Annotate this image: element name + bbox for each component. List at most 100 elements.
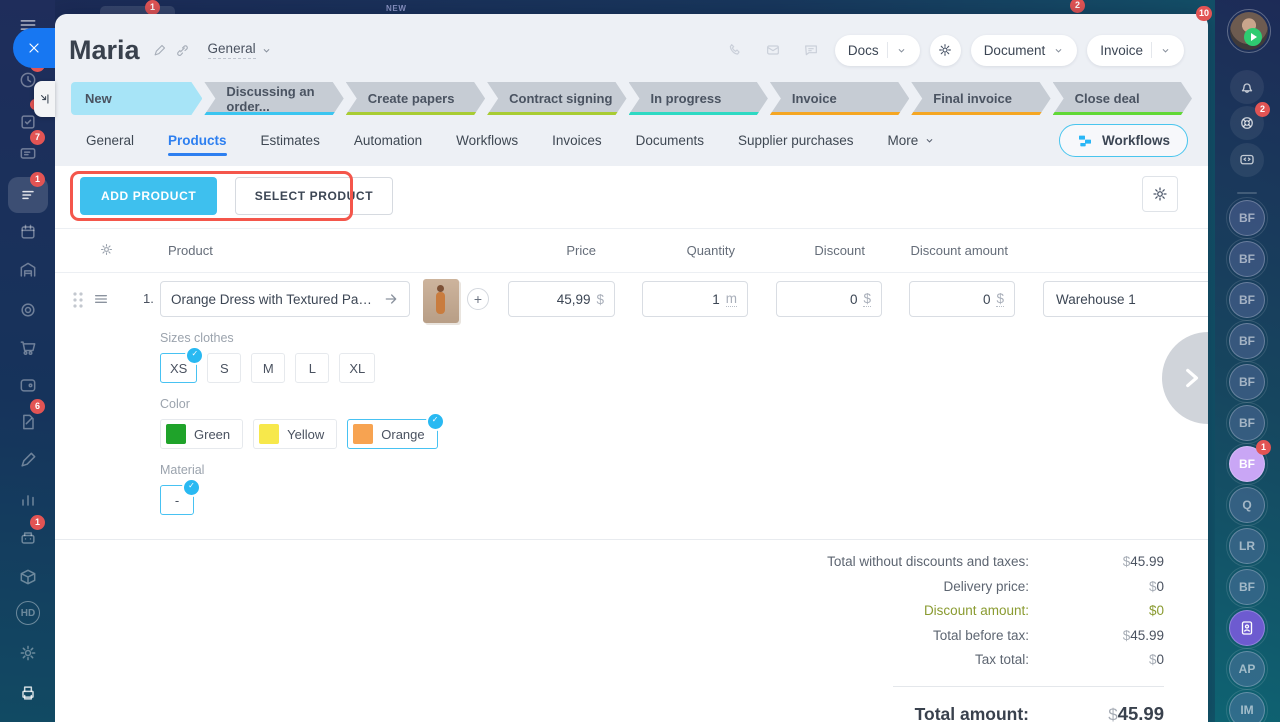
quantity-unit[interactable]: m <box>725 291 737 307</box>
pipeline-stage[interactable]: Close deal <box>1053 82 1192 115</box>
material-chip[interactable]: - <box>160 478 201 515</box>
phone-icon[interactable] <box>721 36 749 64</box>
avatar[interactable]: IM <box>1226 689 1268 722</box>
table-settings-button[interactable] <box>1142 176 1178 212</box>
tab-products[interactable]: Products <box>168 119 227 162</box>
docs-button-label: Docs <box>847 42 879 58</box>
avatar-contact[interactable] <box>1226 607 1268 649</box>
pipeline-stage[interactable]: In progress <box>629 82 768 115</box>
avatar[interactable]: BF 1 <box>1226 440 1271 485</box>
tab-estimates[interactable]: Estimates <box>261 119 320 162</box>
select-product-button[interactable]: SELECT PRODUCT <box>234 177 394 215</box>
sidebar-item-goals[interactable] <box>8 292 48 328</box>
size-chip-m[interactable]: M <box>251 353 286 383</box>
rsb-bell-button[interactable] <box>1230 70 1264 104</box>
price-unit: $ <box>596 291 604 307</box>
pipeline-stage[interactable]: New <box>71 82 202 115</box>
pipeline-stage[interactable]: Invoice <box>770 82 909 115</box>
avatar[interactable]: BF <box>1226 197 1268 239</box>
tab-supplier-purchases[interactable]: Supplier purchases <box>738 119 854 162</box>
add-photo-button[interactable]: + <box>467 288 489 310</box>
sidebar-item-calls[interactable]: 1 <box>8 515 48 556</box>
context-dropdown[interactable]: General <box>207 41 272 59</box>
pipeline-stage[interactable]: Create papers <box>346 82 485 115</box>
discount-input[interactable]: 0 $ <box>776 281 882 317</box>
tab-more[interactable]: More <box>888 119 936 162</box>
avatar[interactable]: Q <box>1226 484 1268 526</box>
sidebar-item-dock-arrow[interactable] <box>34 81 55 117</box>
size-chip-xs[interactable]: XS <box>160 346 205 383</box>
avatar[interactable]: BF <box>1226 279 1268 321</box>
sidebar-item-printer[interactable] <box>8 675 48 711</box>
edit-icon <box>21 452 36 467</box>
size-chip-s[interactable]: S <box>207 353 242 383</box>
size-chip-l[interactable]: L <box>295 353 330 383</box>
gear-icon[interactable] <box>99 242 114 260</box>
total-amount-row: Total amount: $45.99 <box>55 703 1164 722</box>
discount-amount-input[interactable]: 0 $ <box>909 281 1015 317</box>
chat-icon[interactable] <box>797 36 825 64</box>
tab-workflows[interactable]: Workflows <box>456 119 518 162</box>
tab-label: Products <box>168 133 227 148</box>
avatar[interactable]: BF <box>1226 402 1268 444</box>
rsb-support-button[interactable]: 2 <box>1230 102 1270 140</box>
avatar[interactable]: AP <box>1226 648 1268 690</box>
edit-icon[interactable] <box>152 43 167 58</box>
sidebar-item-close[interactable] <box>13 28 55 68</box>
avatar[interactable]: BF <box>1226 238 1268 280</box>
warehouse-value: Warehouse 1 <box>1056 291 1136 307</box>
play-badge-icon[interactable] <box>1244 28 1262 46</box>
sidebar-item-cart[interactable] <box>8 330 48 366</box>
tab-automation[interactable]: Automation <box>354 119 422 162</box>
sidebar-item-calendar[interactable] <box>8 214 48 250</box>
sidebar-item-products[interactable] <box>8 559 48 595</box>
pipeline-stage[interactable]: Final invoice <box>911 82 1050 115</box>
arrow-right-icon[interactable] <box>383 291 399 307</box>
add-product-button[interactable]: ADD PRODUCT <box>80 177 218 215</box>
deals-icon <box>22 190 34 200</box>
invoice-button[interactable]: Invoice <box>1087 34 1184 66</box>
sidebar-item-wallet[interactable] <box>8 367 48 403</box>
size-chip-xl[interactable]: XL <box>339 353 376 383</box>
product-photo[interactable] <box>423 279 459 323</box>
discount-amount-unit[interactable]: $ <box>996 291 1004 307</box>
drag-handle-icon[interactable] <box>71 291 85 314</box>
warehouse-select[interactable]: Warehouse 1 <box>1043 281 1208 317</box>
settings-button[interactable] <box>929 34 961 66</box>
document-button[interactable]: Document <box>970 34 1078 66</box>
color-chip-orange[interactable]: Orange <box>347 412 446 449</box>
quantity-input[interactable]: 1 m <box>642 281 748 317</box>
sidebar-item-warehouse[interactable] <box>8 252 48 288</box>
pipeline-stage[interactable]: Contract signing <box>487 82 626 115</box>
rsb-chat-arrows-button[interactable] <box>1230 143 1264 177</box>
docs-button[interactable]: Docs <box>834 34 920 66</box>
mail-icon[interactable] <box>759 36 787 64</box>
warehouse-icon <box>20 262 36 277</box>
sidebar-item-deals[interactable]: 1 <box>8 172 48 213</box>
avatar[interactable]: BF <box>1226 361 1268 403</box>
avatar[interactable]: BF <box>1226 320 1268 362</box>
sidebar-item-reports[interactable] <box>8 482 48 518</box>
stage-label: Create papers <box>367 91 455 106</box>
pipeline-stage[interactable]: Discussing an order... <box>204 82 343 115</box>
avatar[interactable]: LR <box>1226 525 1268 567</box>
currency-sign: $ <box>1108 704 1118 722</box>
sidebar-item-settings[interactable] <box>8 635 48 671</box>
sidebar-item-hd[interactable]: HD <box>8 595 48 631</box>
tab-invoices[interactable]: Invoices <box>552 119 602 162</box>
color-chip-yellow[interactable]: Yellow <box>253 419 338 449</box>
tab-general[interactable]: General <box>86 119 134 162</box>
sidebar-item-payments[interactable]: 7 <box>8 130 48 171</box>
row-menu-icon[interactable] <box>93 291 109 312</box>
avatar[interactable]: BF <box>1226 566 1268 608</box>
product-name-input[interactable]: Orange Dress with Textured Patt... <box>160 281 410 317</box>
workflows-button[interactable]: Workflows <box>1058 124 1188 157</box>
tab-documents[interactable]: Documents <box>636 119 704 162</box>
sidebar-item-edit[interactable] <box>8 442 48 478</box>
color-chip-green[interactable]: Green <box>160 419 244 449</box>
discount-unit[interactable]: $ <box>863 291 871 307</box>
price-input[interactable]: 45,99 $ <box>508 281 615 317</box>
printer-icon <box>22 686 34 700</box>
sidebar-item-documents[interactable]: 6 <box>8 399 48 440</box>
link-icon[interactable] <box>175 43 190 58</box>
